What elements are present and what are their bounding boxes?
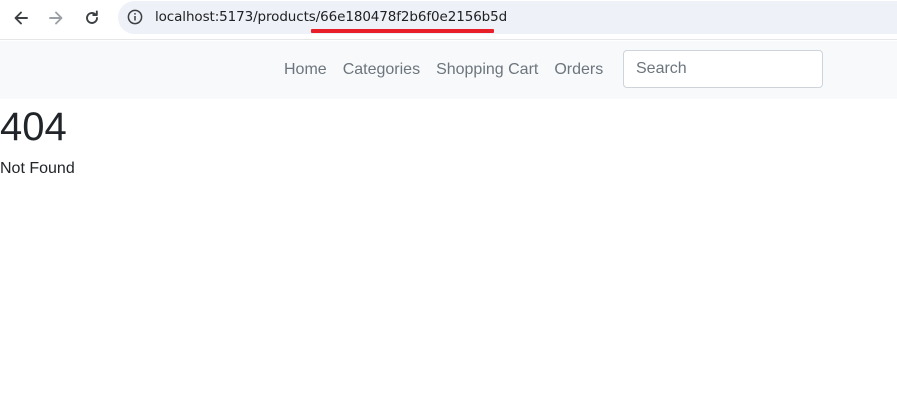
error-code-heading: 404 xyxy=(0,105,67,149)
info-circle-icon[interactable] xyxy=(127,9,143,25)
arrow-left-icon xyxy=(14,11,28,25)
browser-toolbar: localhost:5173/products/66e180478f2b6f0e… xyxy=(0,0,897,40)
address-bar[interactable]: localhost:5173/products/66e180478f2b6f0e… xyxy=(118,1,897,34)
arrow-right-icon xyxy=(49,11,63,25)
nav-link-shopping-cart[interactable]: Shopping Cart xyxy=(428,61,546,79)
search-input[interactable] xyxy=(623,50,823,88)
nav-links: Home Categories Shopping Cart Orders xyxy=(276,41,611,99)
reload-button[interactable] xyxy=(78,6,106,30)
main-content: 404 Not Found xyxy=(0,99,897,181)
nav-link-categories[interactable]: Categories xyxy=(335,61,428,79)
nav-link-home[interactable]: Home xyxy=(276,61,335,79)
app-navbar: Home Categories Shopping Cart Orders xyxy=(0,41,897,99)
forward-button[interactable] xyxy=(42,6,70,30)
error-message: Not Found xyxy=(0,160,75,177)
url-text[interactable]: localhost:5173/products/66e180478f2b6f0e… xyxy=(155,9,507,26)
nav-link-orders[interactable]: Orders xyxy=(546,61,611,79)
reload-icon xyxy=(86,10,98,24)
url-highlight-underline xyxy=(311,29,494,33)
back-button[interactable] xyxy=(7,6,35,30)
